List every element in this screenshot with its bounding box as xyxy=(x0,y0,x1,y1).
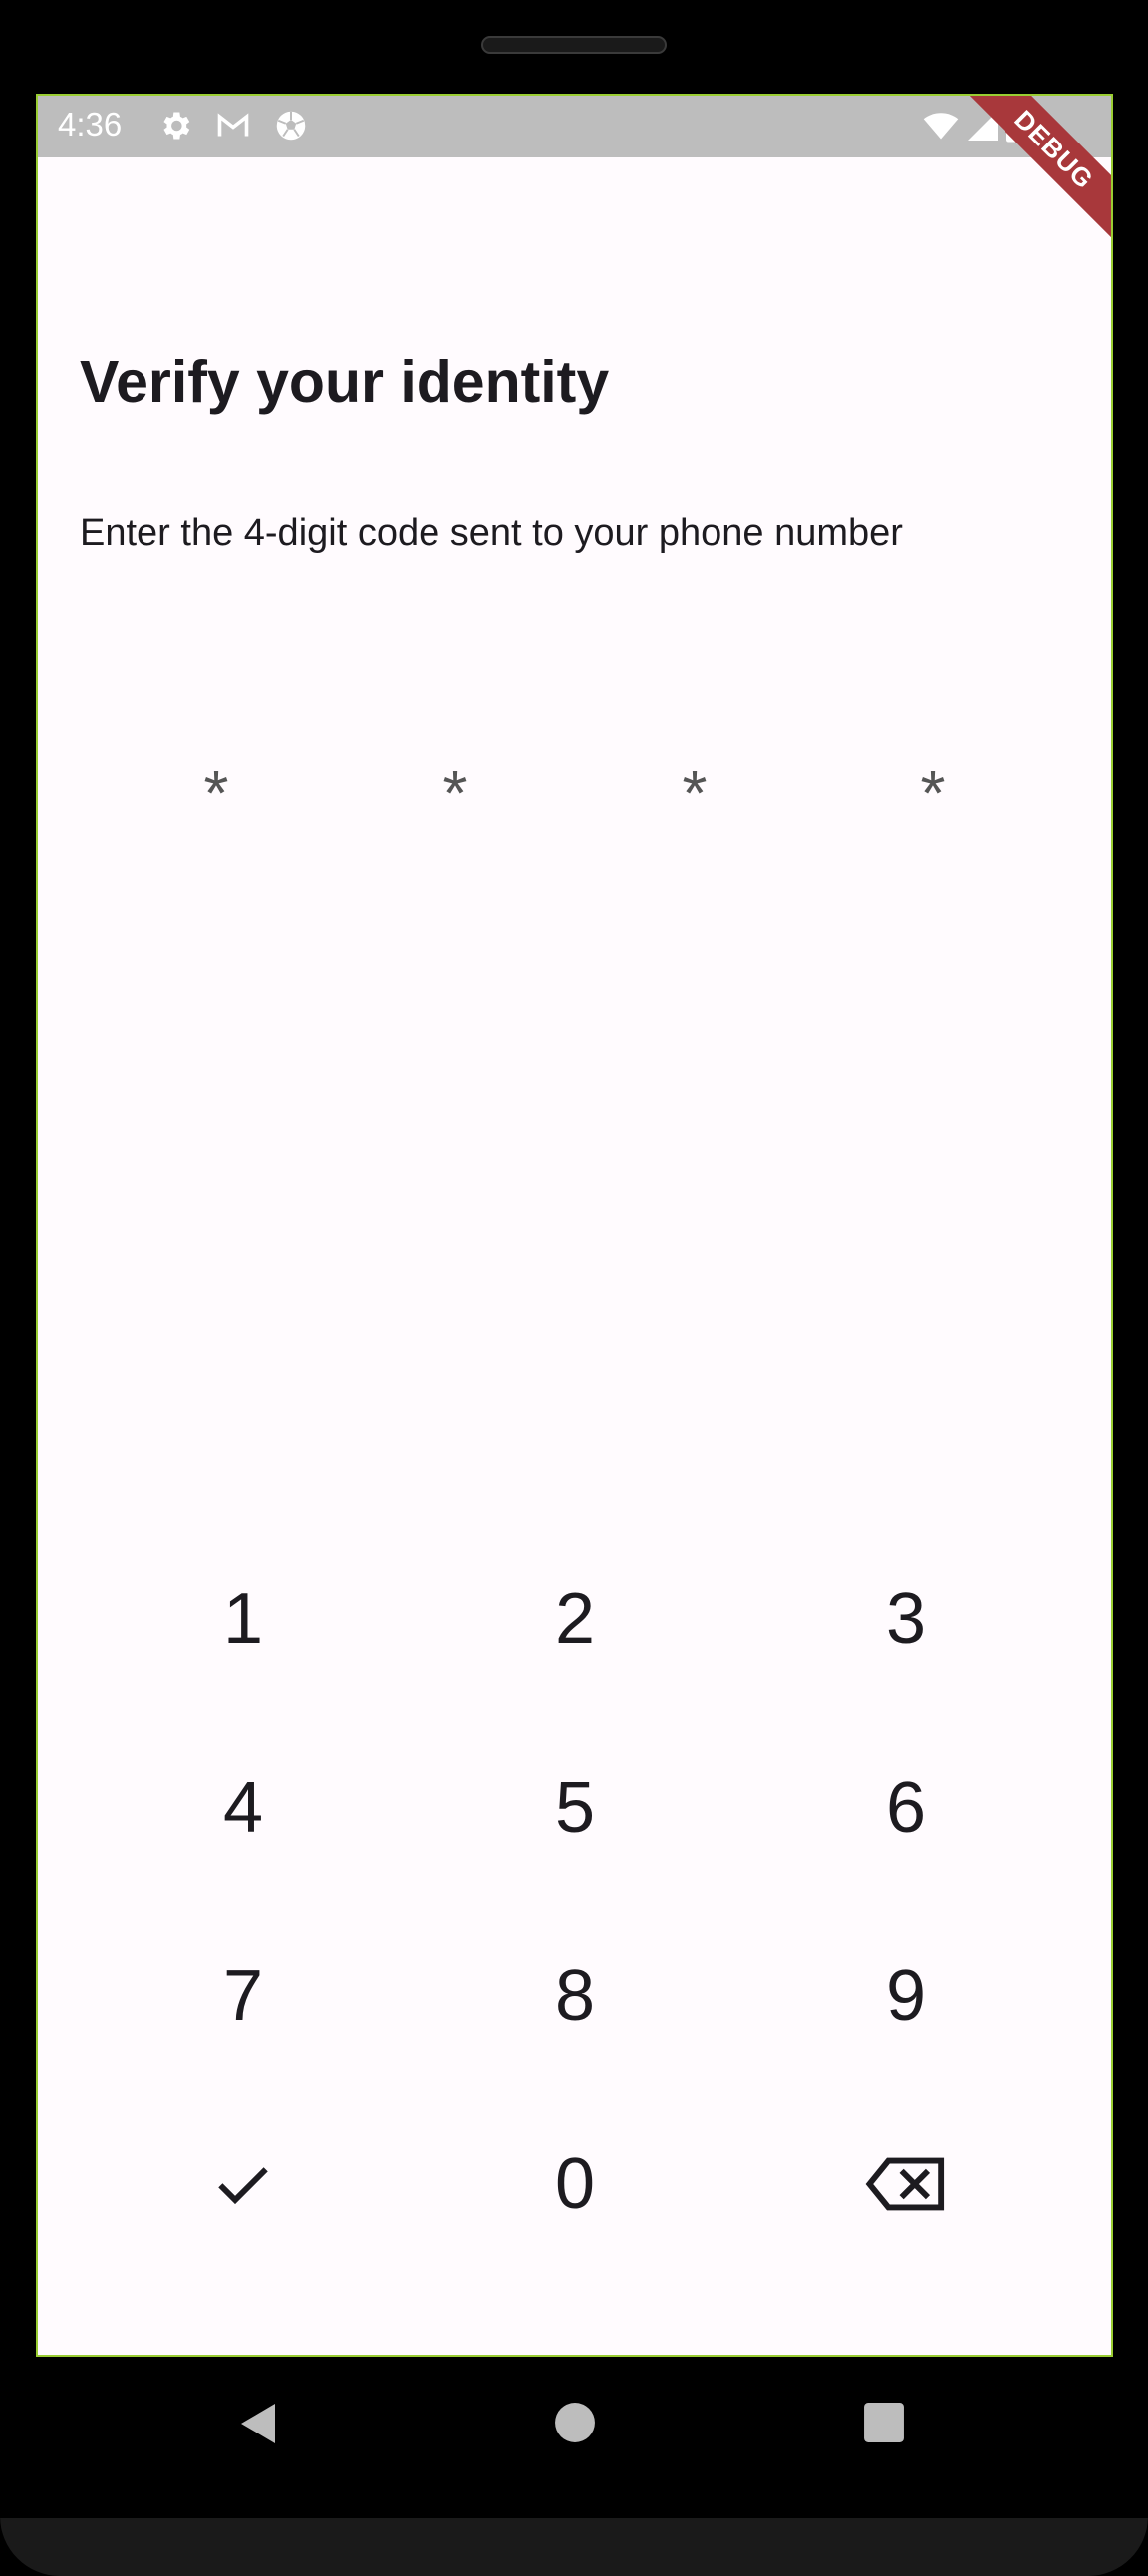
code-slot-2[interactable]: * xyxy=(416,753,495,833)
code-slot-3[interactable]: * xyxy=(655,753,734,833)
key-6[interactable]: 6 xyxy=(806,1728,1005,1887)
device-bottom-edge xyxy=(0,2518,1148,2576)
status-time: 4:36 xyxy=(58,106,123,143)
recents-icon[interactable] xyxy=(863,2402,905,2448)
phone-frame: 4:36 DEBUG Verify your identity Enter th… xyxy=(0,0,1148,2576)
page-title: Verify your identity xyxy=(80,349,610,415)
earpiece-speaker xyxy=(481,36,667,54)
key-4[interactable]: 4 xyxy=(144,1728,343,1887)
soccer-ball-icon xyxy=(273,108,309,143)
backspace-icon xyxy=(865,2157,945,2211)
key-8[interactable]: 8 xyxy=(475,1916,675,2076)
key-2[interactable]: 2 xyxy=(475,1540,675,1699)
page-subtitle: Enter the 4-digit code sent to your phon… xyxy=(80,512,903,554)
code-slot-1[interactable]: * xyxy=(176,753,256,833)
code-slot-4[interactable]: * xyxy=(893,753,973,833)
key-5[interactable]: 5 xyxy=(475,1728,675,1887)
status-bar: 4:36 xyxy=(38,96,1111,157)
check-icon xyxy=(218,2167,268,2205)
key-1[interactable]: 1 xyxy=(144,1540,343,1699)
key-3[interactable]: 3 xyxy=(806,1540,1005,1699)
key-7[interactable]: 7 xyxy=(144,1916,343,2076)
delete-button[interactable] xyxy=(806,2105,1005,2264)
key-9[interactable]: 9 xyxy=(806,1916,1005,2076)
gmail-icon xyxy=(215,108,251,143)
settings-icon xyxy=(157,108,193,143)
back-icon[interactable] xyxy=(239,2402,279,2450)
confirm-button[interactable] xyxy=(144,2105,343,2264)
key-0[interactable]: 0 xyxy=(475,2105,675,2264)
system-navigation-bar xyxy=(0,2357,1148,2486)
wifi-icon xyxy=(923,108,959,143)
app-screen: 4:36 DEBUG Verify your identity Enter th… xyxy=(36,94,1113,2357)
home-icon[interactable] xyxy=(554,2402,596,2448)
